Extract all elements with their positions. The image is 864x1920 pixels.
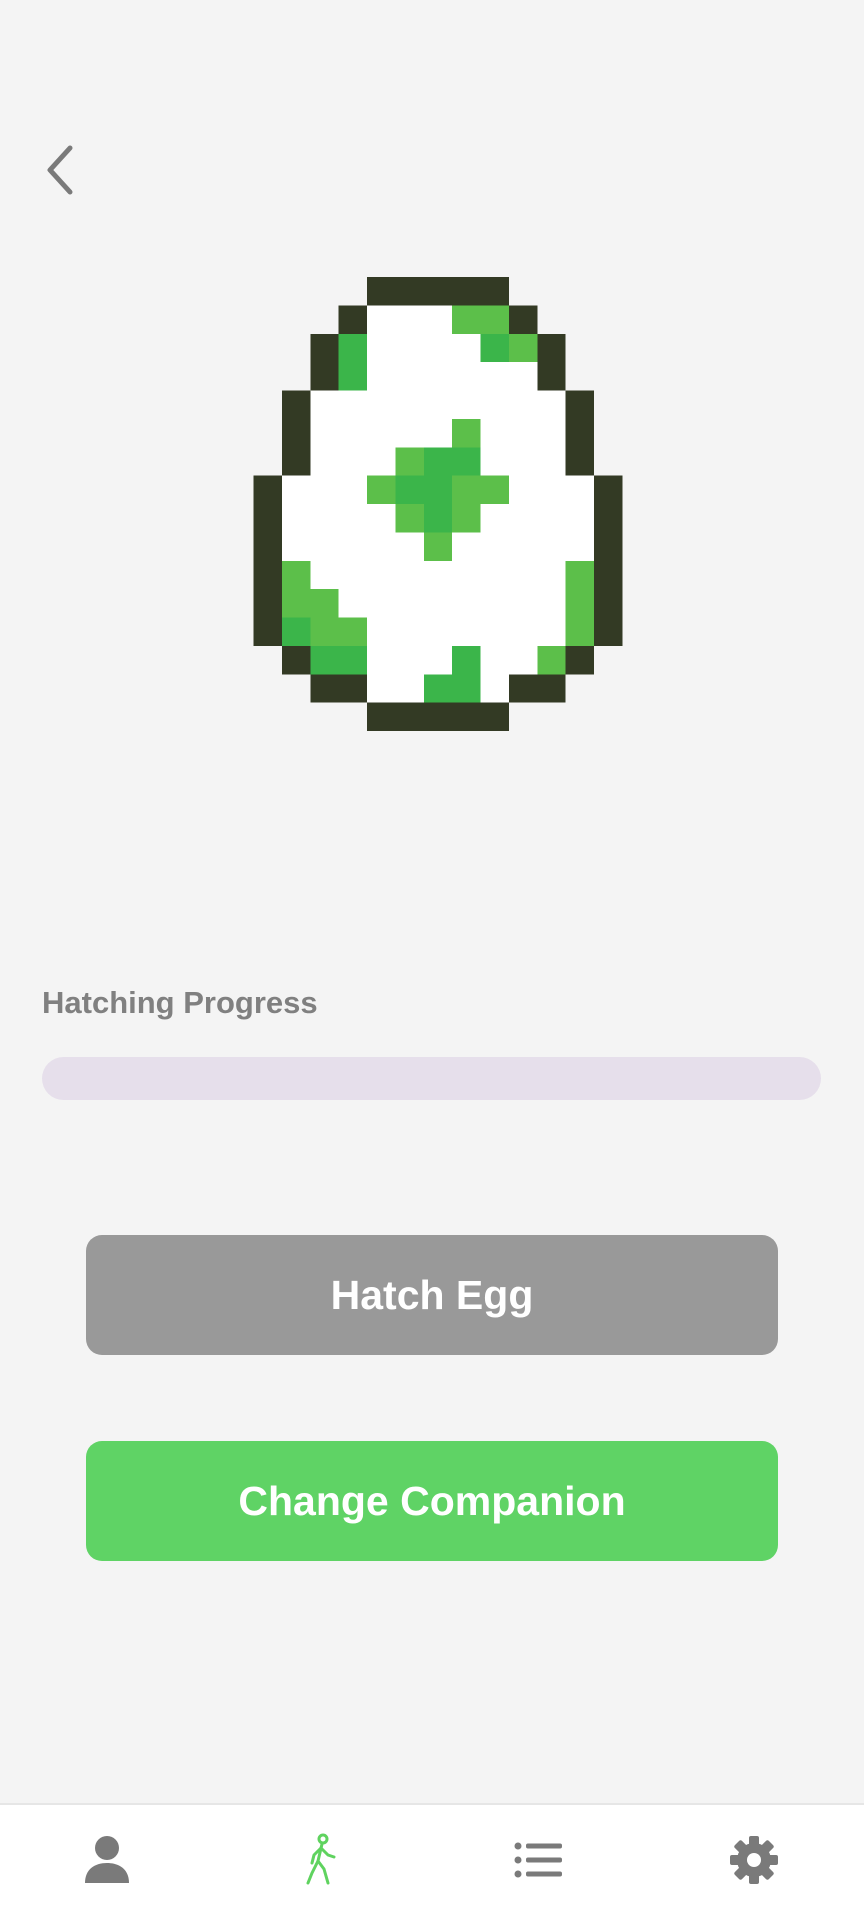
hatch-egg-button[interactable]: Hatch Egg bbox=[86, 1235, 778, 1355]
back-button[interactable] bbox=[30, 130, 90, 210]
person-icon bbox=[85, 1836, 129, 1883]
tab-settings[interactable] bbox=[694, 1805, 814, 1915]
bottom-tab-bar bbox=[0, 1803, 864, 1920]
tab-list[interactable] bbox=[478, 1805, 598, 1915]
gear-icon bbox=[730, 1836, 778, 1884]
tab-profile[interactable] bbox=[47, 1805, 167, 1915]
hatching-progress-bar bbox=[42, 1057, 821, 1100]
progress-label: Hatching Progress bbox=[42, 985, 318, 1020]
tab-walk[interactable] bbox=[262, 1805, 382, 1915]
change-companion-button[interactable]: Change Companion bbox=[86, 1441, 778, 1561]
walking-figure-icon bbox=[306, 1833, 336, 1885]
pixel-egg-icon bbox=[253, 277, 623, 731]
list-icon bbox=[514, 1842, 562, 1878]
chevron-left-icon bbox=[47, 145, 73, 195]
companion-screen: Hatching Progress Hatch Egg Change Compa… bbox=[0, 0, 864, 1920]
